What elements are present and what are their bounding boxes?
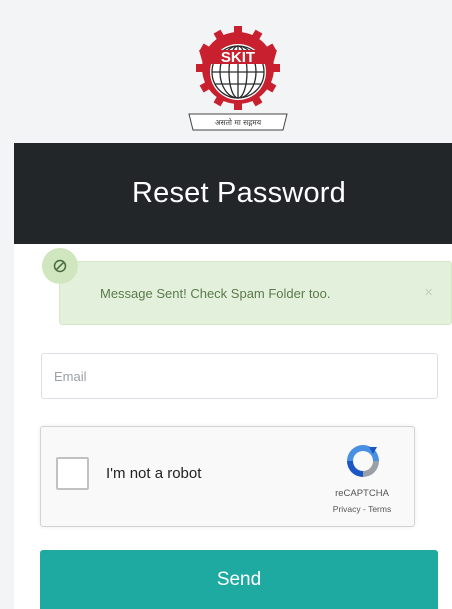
alert-close-button[interactable]: × — [424, 284, 433, 301]
recaptcha-checkbox[interactable] — [56, 457, 89, 490]
send-button[interactable]: Send — [40, 550, 438, 609]
recaptcha-logo-icon — [347, 445, 379, 477]
logo-text: SKIT — [221, 49, 255, 66]
recaptcha-label: I'm not a robot — [106, 465, 202, 482]
recaptcha-terms-link[interactable]: Terms — [368, 504, 391, 514]
recaptcha-widget: I'm not a robot reCAPTCHA Privacy - Term… — [40, 426, 415, 527]
recaptcha-separator: - — [360, 504, 369, 514]
recaptcha-privacy-link[interactable]: Privacy — [333, 504, 361, 514]
recaptcha-brand: reCAPTCHA — [335, 488, 389, 499]
email-field[interactable] — [41, 353, 438, 399]
skit-logo: SKIT असतो मा सद्गमय — [183, 20, 293, 138]
recaptcha-links: Privacy - Terms — [317, 504, 407, 514]
alert-message: Message Sent! Check Spam Folder too. — [100, 286, 331, 301]
ban-icon — [42, 248, 78, 284]
logo-motto: असतो मा सद्गमय — [214, 118, 262, 127]
success-alert: Message Sent! Check Spam Folder too. × — [59, 261, 452, 325]
reset-password-panel: Reset Password Message Sent! Check Spam … — [14, 143, 452, 609]
page-title: Reset Password — [132, 177, 346, 209]
panel-header: Reset Password — [14, 143, 452, 244]
